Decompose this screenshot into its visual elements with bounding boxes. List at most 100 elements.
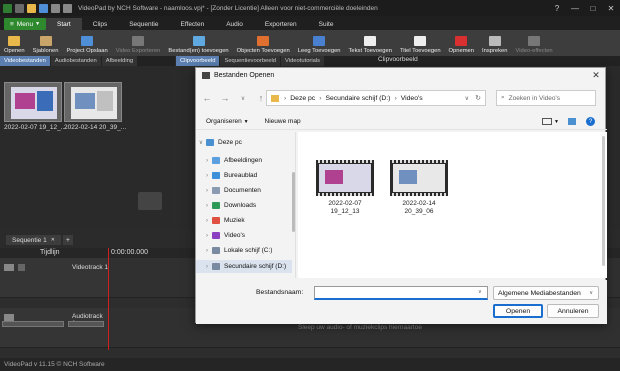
chevron-down-icon[interactable]: ∨ <box>236 91 250 105</box>
back-arrow-icon[interactable]: ← <box>200 91 214 105</box>
tab-audiobestanden[interactable]: Audiobestanden <box>50 56 101 66</box>
nav-item[interactable]: ∨ Deze pc <box>196 136 292 149</box>
toolbar-button[interactable]: Video-effecten <box>511 30 556 56</box>
refresh-icon[interactable]: ↻ <box>475 94 481 102</box>
chevron-down-icon[interactable]: ∨ <box>465 95 469 102</box>
file-item[interactable]: 2022-02-14 20_39_06 <box>386 160 450 220</box>
toolbar-button[interactable]: Openen <box>0 30 29 56</box>
chevron-down-icon[interactable]: ∨ <box>478 289 482 295</box>
chevron-right-icon[interactable]: › <box>202 203 212 209</box>
add-sequence-button[interactable]: + <box>62 235 73 245</box>
help-button[interactable]: ? <box>548 0 566 16</box>
nav-item[interactable]: › Muziek <box>196 214 292 227</box>
speaker-icon[interactable] <box>4 314 14 321</box>
clip-thumbnail[interactable] <box>4 82 62 122</box>
tab-sequentievoorbeeld[interactable]: Sequentievoorbeeld <box>220 56 281 66</box>
undo-icon[interactable] <box>51 3 60 13</box>
chevron-down-icon[interactable]: ▼ <box>554 119 559 125</box>
toolbar-button[interactable]: Leeg Toevoegen <box>294 30 345 56</box>
open-button[interactable]: Openen <box>493 304 543 318</box>
file-item[interactable]: 2022-02-07 19_12_13 <box>312 160 376 220</box>
pan-slider[interactable] <box>68 321 104 327</box>
music-icon <box>212 217 220 224</box>
nav-item[interactable]: › Documenten <box>196 184 292 197</box>
tab-videobestanden[interactable]: Videobestanden <box>0 56 50 66</box>
view-icon[interactable] <box>542 118 552 125</box>
chevron-right-icon[interactable]: › <box>202 264 212 270</box>
chevron-down-icon[interactable]: ∨ <box>196 139 206 146</box>
toolbar-button[interactable]: Opnemen <box>445 30 478 56</box>
nav-item[interactable]: › Video's <box>196 229 292 242</box>
nav-item-label: Deze pc <box>218 139 242 146</box>
filename-input[interactable] <box>314 286 488 300</box>
clip-thumbnail[interactable] <box>64 82 122 122</box>
maximize-button[interactable]: □ <box>584 0 602 16</box>
close-icon[interactable]: ✕ <box>51 237 55 243</box>
filetype-select[interactable]: Algemene Mediabestanden ∨ <box>493 286 599 300</box>
toolbar-button[interactable]: Sjablonen <box>29 30 63 56</box>
tab-clipvoorbeeld[interactable]: Clipvoorbeeld <box>176 56 220 66</box>
minimize-button[interactable]: — <box>566 0 584 16</box>
chevron-right-icon[interactable]: › <box>202 248 212 254</box>
scrollbar[interactable] <box>602 136 605 266</box>
playhead[interactable] <box>108 248 109 350</box>
search-input[interactable]: ⌕ Zoeken in Video's <box>496 90 596 106</box>
camera-icon <box>138 192 162 210</box>
tab-audio[interactable]: Audio <box>215 18 254 30</box>
nav-item-label: Afbeeldingen <box>224 157 262 164</box>
breadcrumb-item[interactable]: Deze pc <box>290 95 315 102</box>
toolbar-label: Opnemen <box>448 48 475 54</box>
save-icon[interactable] <box>39 3 48 13</box>
nav-item[interactable]: › Secundaire schijf (D:) <box>196 260 292 273</box>
new-folder-button[interactable]: Nieuwe map <box>265 118 301 125</box>
tab-sequentie[interactable]: Sequentie <box>118 18 169 30</box>
chevron-right-icon[interactable]: › <box>202 188 212 194</box>
open-icon[interactable] <box>27 3 36 13</box>
toolbar-button[interactable]: Project Opslaan <box>62 30 111 56</box>
close-button[interactable]: ✕ <box>602 0 620 16</box>
tab-sequentie-1[interactable]: Sequentie 1 ✕ <box>6 235 61 245</box>
nav-item[interactable]: › Bureaublad <box>196 169 292 182</box>
toolbar-button[interactable]: Video Exporteren <box>112 30 165 56</box>
toolbar-button[interactable]: Titel Toevoegen <box>396 30 445 56</box>
breadcrumb-item[interactable]: Secundaire schijf (D:) <box>325 95 390 102</box>
nav-item[interactable]: › Afbeeldingen <box>196 154 292 167</box>
toolbar-button[interactable]: Bestand(en) toevoegen <box>164 30 232 56</box>
tab-suite[interactable]: Suite <box>308 18 345 30</box>
breadcrumb-item[interactable]: Video's <box>401 95 423 102</box>
video-file-icon <box>316 160 374 196</box>
toolbar-label: Leeg Toevoegen <box>297 48 341 54</box>
redo-icon[interactable] <box>63 3 72 13</box>
tab-exporteren[interactable]: Exporteren <box>254 18 308 30</box>
address-bar[interactable]: › Deze pc › Secundaire schijf (D:) › Vid… <box>266 90 486 106</box>
chevron-right-icon[interactable]: › <box>202 173 212 179</box>
preview-pane-icon[interactable] <box>568 118 576 125</box>
tab-afbeeldingen[interactable]: Afbeelding <box>101 56 138 66</box>
tab-clips[interactable]: Clips <box>82 18 118 30</box>
nav-item[interactable]: › Downloads <box>196 199 292 212</box>
chevron-right-icon[interactable]: › <box>202 218 212 224</box>
chevron-right-icon[interactable]: › <box>202 158 212 164</box>
tab-start[interactable]: Start <box>46 18 82 30</box>
forward-arrow-icon[interactable]: → <box>218 91 232 105</box>
dialog-close-button[interactable]: ✕ <box>589 68 603 82</box>
nav-item[interactable]: › Lokale schijf (C:) <box>196 244 292 257</box>
eye-icon[interactable] <box>18 264 25 271</box>
audio-track-header: Audiotrack 1 <box>0 308 108 348</box>
tab-effecten[interactable]: Effecten <box>169 18 215 30</box>
new-icon[interactable] <box>15 3 24 13</box>
help-icon[interactable]: ? <box>586 117 595 126</box>
cancel-button[interactable]: Annuleren <box>547 304 599 318</box>
toolbar-button[interactable]: Objecten Toevoegen <box>233 30 294 56</box>
organize-button[interactable]: Organiseren ▼ <box>206 118 249 125</box>
file-name-line: 20_39_06 <box>404 208 434 215</box>
volume-slider[interactable] <box>2 321 64 327</box>
menu-button[interactable]: ≡ Menu ▼ <box>4 18 47 30</box>
toolbar-button[interactable]: Tekst Toevoegen <box>345 30 396 56</box>
scrollbar[interactable] <box>292 172 295 232</box>
toolbar-button[interactable]: Inspreken <box>478 30 511 56</box>
tab-videotutorials[interactable]: Videotutorials <box>281 56 325 66</box>
toolbar-label: Sjablonen <box>32 48 59 54</box>
chevron-right-icon[interactable]: › <box>202 233 212 239</box>
record-icon <box>455 36 468 46</box>
